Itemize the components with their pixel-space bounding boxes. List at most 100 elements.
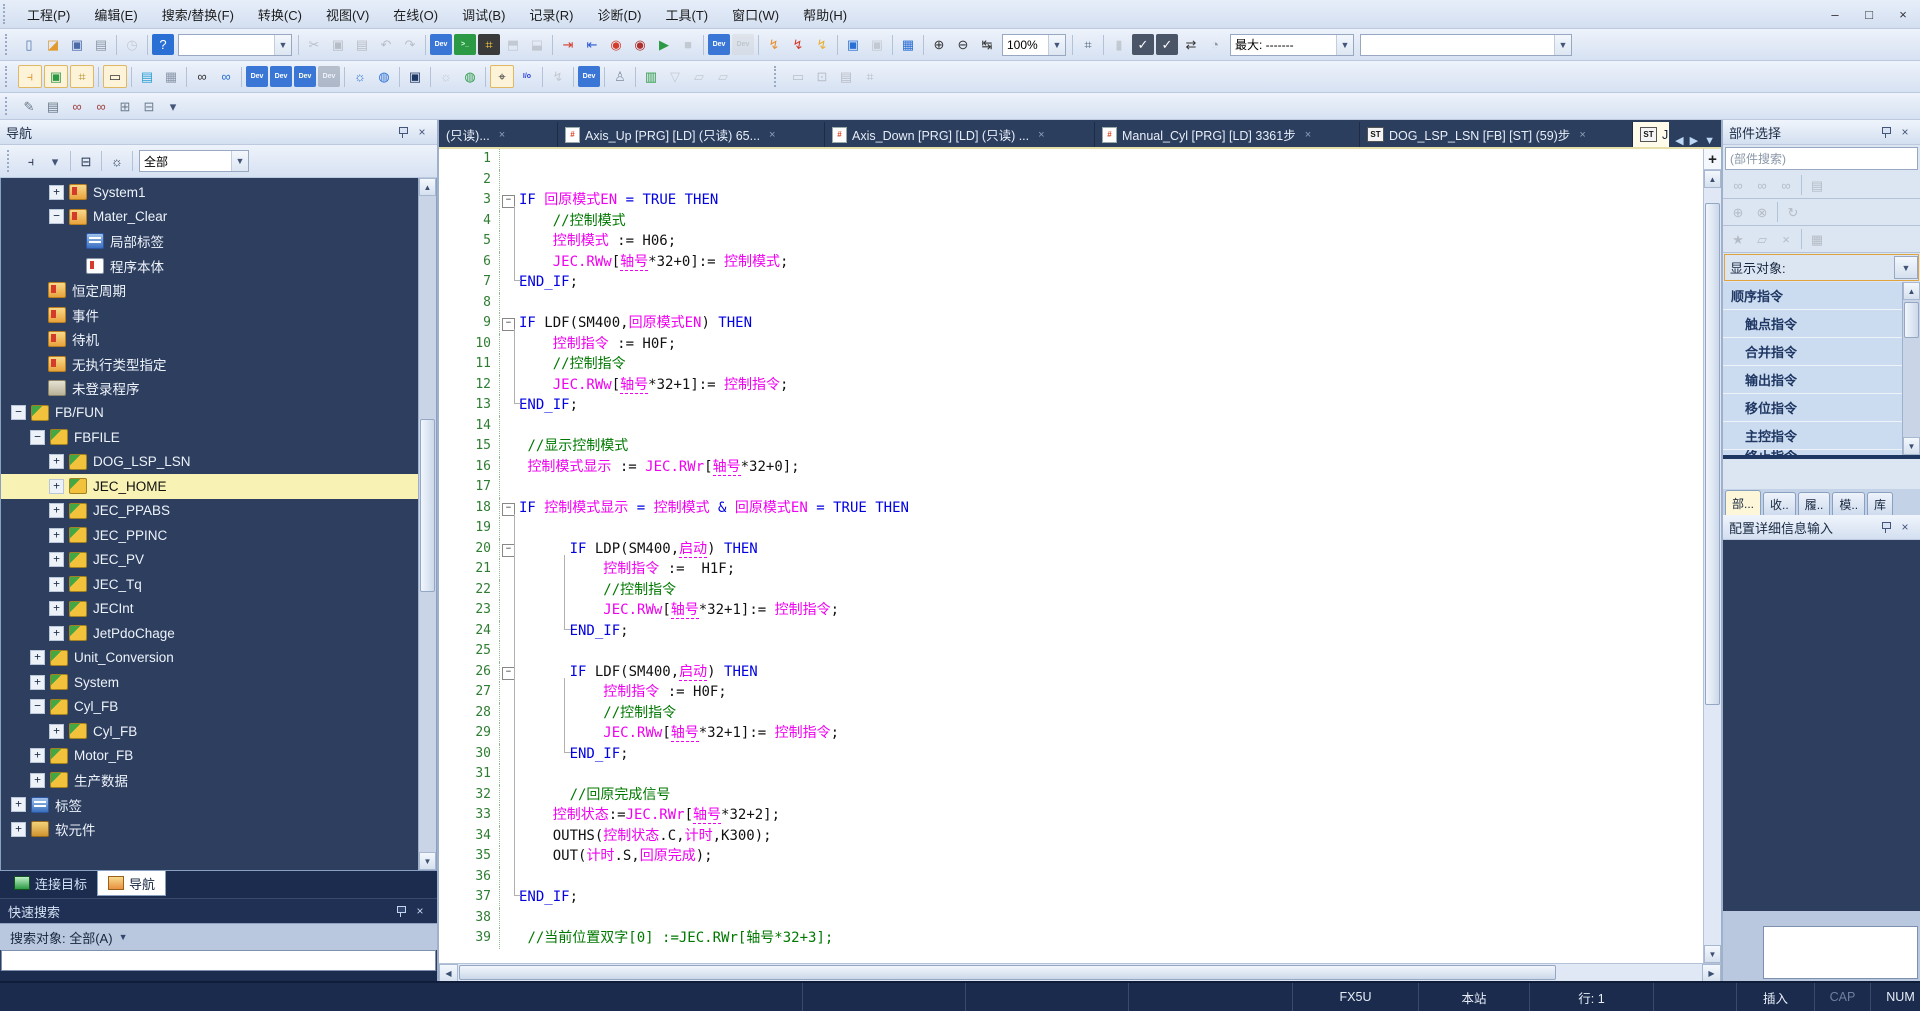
tab-连接目标[interactable]: 连接目标 xyxy=(4,871,97,895)
tab-收..[interactable]: 收.. xyxy=(1763,492,1796,515)
tree-item-JEC_Tq[interactable]: +JEC_Tq xyxy=(1,572,418,597)
menu-item[interactable]: 搜索/替换(F) xyxy=(150,2,246,27)
instruction-顺序指令[interactable]: 顺序指令 xyxy=(1723,282,1902,310)
find-instruction-binoculars-icon[interactable]: ∞ xyxy=(90,96,112,117)
zoom_value-combobox[interactable]: 100%▼ xyxy=(1002,34,1066,56)
io-assignment-icon[interactable]: ⌗ xyxy=(70,65,94,88)
module-tool-icon[interactable]: ▭ xyxy=(103,65,127,88)
expand-icon[interactable]: + xyxy=(49,528,64,543)
instruction-输出指令[interactable]: 输出指令 xyxy=(1723,366,1902,394)
tab-list-icon[interactable]: ▼ xyxy=(1704,135,1715,147)
close-icon[interactable]: × xyxy=(1898,520,1912,534)
close-button[interactable]: × xyxy=(1886,3,1920,25)
st-code-editor[interactable]: 123−IF 回原模式EN = TRUE THEN4 //控制模式5 控制模式 … xyxy=(439,149,1703,963)
watch-window-icon[interactable]: ▦ xyxy=(897,34,919,55)
instruction-主控指令[interactable]: 主控指令 xyxy=(1723,422,1902,450)
tree-order-caret-icon[interactable]: ▾ xyxy=(44,151,66,172)
print-icon[interactable]: ▤ xyxy=(90,34,112,55)
connection-destination-window-icon[interactable]: ▣ xyxy=(44,65,68,88)
tree-display-order-icon[interactable]: ⫞ xyxy=(20,151,42,172)
editor-horizontal-scrollbar[interactable]: ◀ ▶ xyxy=(439,963,1721,981)
device-blue-icon[interactable]: Dev xyxy=(270,66,292,87)
tab-模..[interactable]: 模.. xyxy=(1832,492,1865,515)
expand-icon[interactable]: + xyxy=(30,650,45,665)
tree-item-事件[interactable]: 事件 xyxy=(1,303,418,328)
scroll-down-icon[interactable]: ▼ xyxy=(419,852,436,870)
cross-reference-icon[interactable]: ⌖ xyxy=(490,65,514,88)
menu-item[interactable]: 帮助(H) xyxy=(791,2,859,27)
tree-item-Cyl_FB[interactable]: +Cyl_FB xyxy=(1,719,418,744)
new-project-icon[interactable]: ▯ xyxy=(18,34,40,55)
module-configuration-icon[interactable]: ⌗ xyxy=(478,34,500,55)
pin-icon[interactable] xyxy=(1879,520,1893,534)
verify-with-plc-2-icon[interactable]: ◉ xyxy=(629,34,651,55)
find-in-window-icon[interactable]: ∞ xyxy=(215,66,237,87)
expand-icon[interactable]: + xyxy=(11,822,26,837)
find-binoculars-icon[interactable]: ∞ xyxy=(191,66,213,87)
expand-icon[interactable]: + xyxy=(49,503,64,518)
max_value-combobox[interactable]: 最大: -------▼ xyxy=(1230,34,1354,56)
tree-item-JEC_PPINC[interactable]: +JEC_PPINC xyxy=(1,523,418,548)
close-icon[interactable]: × xyxy=(1038,129,1044,141)
expand-icon[interactable]: + xyxy=(49,454,64,469)
zoom-in-icon[interactable]: ⊕ xyxy=(928,34,950,55)
tree-item-恒定周期[interactable]: 恒定周期 xyxy=(1,278,418,303)
scroll-up-icon[interactable]: ▲ xyxy=(419,178,436,196)
scroll-up-icon[interactable]: ▲ xyxy=(1704,170,1721,188)
rebuild-program-icon[interactable]: ↯ xyxy=(763,34,785,55)
connection-test-icon[interactable]: >_ xyxy=(454,34,476,55)
navigation-window-icon[interactable]: ⫞ xyxy=(18,65,42,88)
grid-window-icon[interactable]: ▦ xyxy=(160,66,182,87)
tab-库[interactable]: 库 xyxy=(1867,492,1893,515)
tree-item-无执行类型指定[interactable]: 无执行类型指定 xyxy=(1,352,418,377)
device-red-icon[interactable]: Dev xyxy=(294,66,316,87)
intelligent-module-icon[interactable]: ▣ xyxy=(404,66,426,87)
program-document-icon[interactable]: ▤ xyxy=(42,96,64,117)
document-tab-Axis_Down [PRG] [LD] (只读) ...[interactable]: #Axis_Down [PRG] [LD] (只读) ...× xyxy=(825,122,1095,147)
tree-filter-dropdown[interactable]: 全部 ▼ xyxy=(139,150,249,172)
close-icon[interactable]: × xyxy=(1898,125,1912,139)
expand-icon[interactable]: + xyxy=(49,626,64,641)
tab-导航[interactable]: 导航 xyxy=(97,871,166,896)
quick-search-scope[interactable]: 搜索对象: 全部(A) ▼ xyxy=(0,923,437,950)
tree-item-Mater_Clear[interactable]: −Mater_Clear xyxy=(1,205,418,230)
scroll-thumb[interactable] xyxy=(459,965,1556,980)
editor-vertical-scrollbar[interactable]: + ▲ ▼ xyxy=(1703,149,1721,963)
close-icon[interactable]: × xyxy=(499,129,505,141)
document-tab-JEC[interactable]: STJEC xyxy=(1633,122,1669,147)
menu-item[interactable]: 窗口(W) xyxy=(720,2,791,27)
expand-icon[interactable]: + xyxy=(30,773,45,788)
tab-next-icon[interactable]: ▶ xyxy=(1690,134,1698,147)
collapse-icon[interactable]: − xyxy=(11,405,26,420)
tree-item-局部标签[interactable]: 局部标签 xyxy=(1,229,418,254)
expand-icon[interactable]: + xyxy=(30,675,45,690)
device-monitor-window-icon[interactable]: Dev xyxy=(578,66,600,87)
program-check-2-icon[interactable]: ✓ xyxy=(1156,34,1178,55)
instruction-终止指令[interactable]: 终止指令 xyxy=(1723,450,1902,455)
tree-item-JECInt[interactable]: +JECInt xyxy=(1,597,418,622)
chevron-down-icon[interactable]: ▼ xyxy=(1894,256,1918,279)
tree-item-FBFILE[interactable]: −FBFILE xyxy=(1,425,418,450)
list-scrollbar[interactable]: ▲ ▼ xyxy=(1902,282,1920,455)
tab-履..[interactable]: 履.. xyxy=(1798,492,1831,515)
config-input-field[interactable] xyxy=(1763,926,1918,979)
chevron-down-icon[interactable]: ▼ xyxy=(1336,35,1353,55)
device-list-icon[interactable]: Dev xyxy=(246,66,268,87)
toolbar-combobox[interactable]: ▼ xyxy=(1360,34,1572,56)
tab-部...[interactable]: 部... xyxy=(1725,490,1761,515)
tree-item-未登录程序[interactable]: 未登录程序 xyxy=(1,376,418,401)
close-icon[interactable]: × xyxy=(1305,129,1311,141)
tree-item-Motor_FB[interactable]: +Motor_FB xyxy=(1,744,418,769)
monitor-mode-icon[interactable]: ▣ xyxy=(842,34,864,55)
clock-setting-icon[interactable]: ◔ xyxy=(1204,34,1226,55)
menu-item[interactable]: 视图(V) xyxy=(314,2,381,27)
tree-item-System1[interactable]: +System1 xyxy=(1,180,418,205)
scroll-thumb[interactable] xyxy=(420,419,435,592)
tree-item-JEC_HOME[interactable]: +JEC_HOME xyxy=(1,474,418,499)
tree-item-待机[interactable]: 待机 xyxy=(1,327,418,352)
tree-item-JEC_PPABS[interactable]: +JEC_PPABS xyxy=(1,499,418,524)
close-icon[interactable]: × xyxy=(415,125,429,139)
expand-icon[interactable]: + xyxy=(49,577,64,592)
menu-item[interactable]: 调试(B) xyxy=(450,2,517,27)
scroll-thumb[interactable] xyxy=(1705,203,1720,705)
